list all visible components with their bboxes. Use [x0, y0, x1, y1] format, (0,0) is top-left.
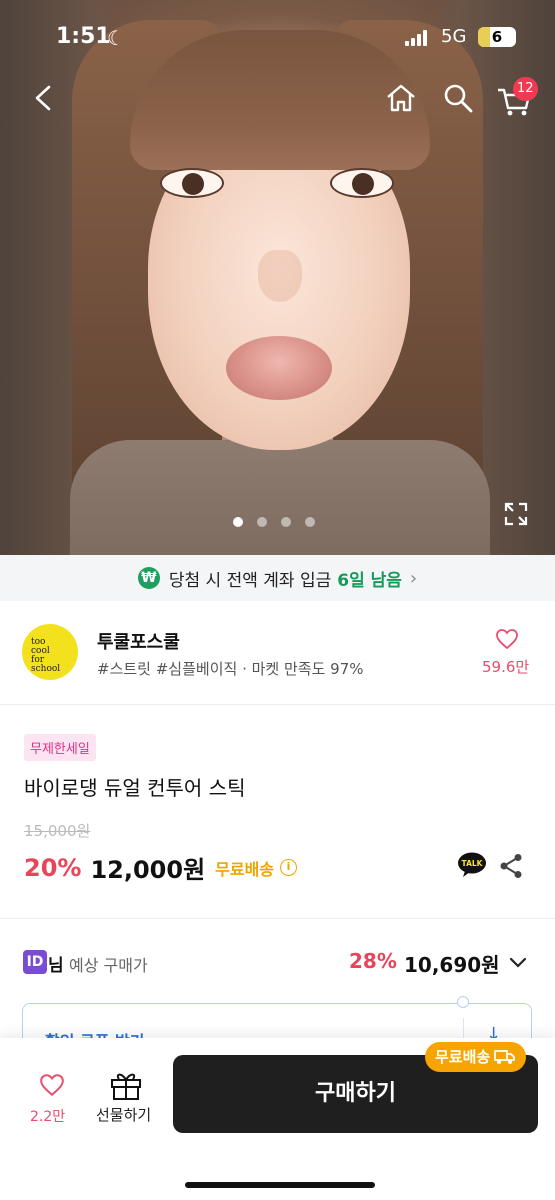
- gift-icon[interactable]: [109, 1070, 143, 1100]
- expand-icon[interactable]: [503, 501, 529, 527]
- signal-icon: [405, 30, 427, 46]
- sale-price: 12,000원: [90, 856, 206, 884]
- cart-count-badge: 12: [513, 77, 538, 101]
- price-row: 20% 12,000원 무료배송 i: [24, 850, 298, 885]
- seller-logo[interactable]: too cool for school: [22, 624, 78, 680]
- discount-rate: 20%: [24, 853, 82, 882]
- hoodie: [70, 440, 490, 555]
- heart-icon[interactable]: [495, 627, 519, 651]
- moon-icon: ☾: [107, 26, 125, 50]
- product-image[interactable]: 1:51 ☾ 5G 6 12: [0, 0, 555, 555]
- heart-icon: [40, 1074, 64, 1097]
- kakao-talk-icon[interactable]: TALK: [457, 852, 487, 878]
- expected-discount: 28%: [349, 949, 397, 973]
- chevron-down-icon[interactable]: [508, 953, 528, 973]
- seller-info[interactable]: too cool for school 투쿨포스쿨 #스트릿 #심플베이직 · …: [0, 601, 555, 705]
- back-icon[interactable]: [30, 84, 58, 112]
- svg-text:school: school: [31, 664, 60, 674]
- status-bar: 1:51 ☾ 5G 6: [0, 0, 555, 72]
- free-shipping-pill-label: 무료배송: [435, 1048, 491, 1066]
- truck-icon: [494, 1050, 516, 1064]
- carousel-dot[interactable]: [281, 517, 291, 527]
- info-icon[interactable]: i: [280, 859, 298, 876]
- expected-price: 10,690원: [404, 953, 500, 977]
- event-banner[interactable]: ₩ 당첨 시 전액 계좌 입금 6일 남음 ›: [0, 555, 555, 601]
- original-price: 15,000원: [24, 822, 91, 840]
- share-icon[interactable]: [499, 853, 523, 879]
- free-shipping-label: 무료배송: [215, 859, 275, 879]
- divider: [0, 918, 555, 919]
- seller-tags: #스트릿 #심플베이직 · 마켓 만족도 97%: [97, 660, 364, 678]
- carousel-dot[interactable]: [257, 517, 267, 527]
- product-title: 바이로댕 듀얼 컨투어 스틱: [24, 776, 246, 800]
- gift-label[interactable]: 선물하기: [96, 1104, 151, 1125]
- battery-level: 6: [491, 28, 503, 46]
- chevron-right-icon: ›: [409, 567, 418, 589]
- home-indicator: [185, 1182, 375, 1188]
- carousel-dot[interactable]: [305, 517, 315, 527]
- won-icon: ₩: [137, 567, 160, 589]
- seller-name[interactable]: 투쿨포스쿨: [97, 628, 180, 654]
- coupon-notch: [457, 996, 469, 1008]
- eye-right: [330, 168, 394, 198]
- bottom-action-bar: 2.2만 선물하기 구매하기 무료배송: [0, 1038, 555, 1200]
- id-suffix: 님: [48, 956, 64, 976]
- seller-logo-mark: too cool for school: [31, 637, 60, 674]
- banner-text: 당첨 시 전액 계좌 입금: [168, 570, 332, 591]
- expected-price-label: 예상 구매가: [69, 956, 148, 975]
- free-shipping-pill: 무료배송: [425, 1042, 527, 1072]
- id-badge: ID: [23, 950, 47, 974]
- status-time: 1:51: [56, 24, 111, 49]
- eye-left: [160, 168, 224, 198]
- network-label: 5G: [441, 26, 467, 47]
- home-icon[interactable]: [385, 82, 417, 114]
- lips: [226, 336, 332, 400]
- sale-badge: 무제한세일: [24, 734, 96, 761]
- seller-like-count: 59.6만: [482, 658, 530, 676]
- search-icon[interactable]: [442, 82, 474, 114]
- carousel-indicator: [233, 517, 315, 527]
- svg-text:TALK: TALK: [462, 859, 484, 868]
- like-button[interactable]: [32, 1072, 72, 1102]
- banner-highlight: 6일 남음: [337, 570, 402, 591]
- carousel-dot[interactable]: [233, 517, 243, 527]
- battery-icon: 6: [478, 27, 516, 47]
- like-count: 2.2만: [30, 1109, 66, 1125]
- nose: [258, 250, 302, 302]
